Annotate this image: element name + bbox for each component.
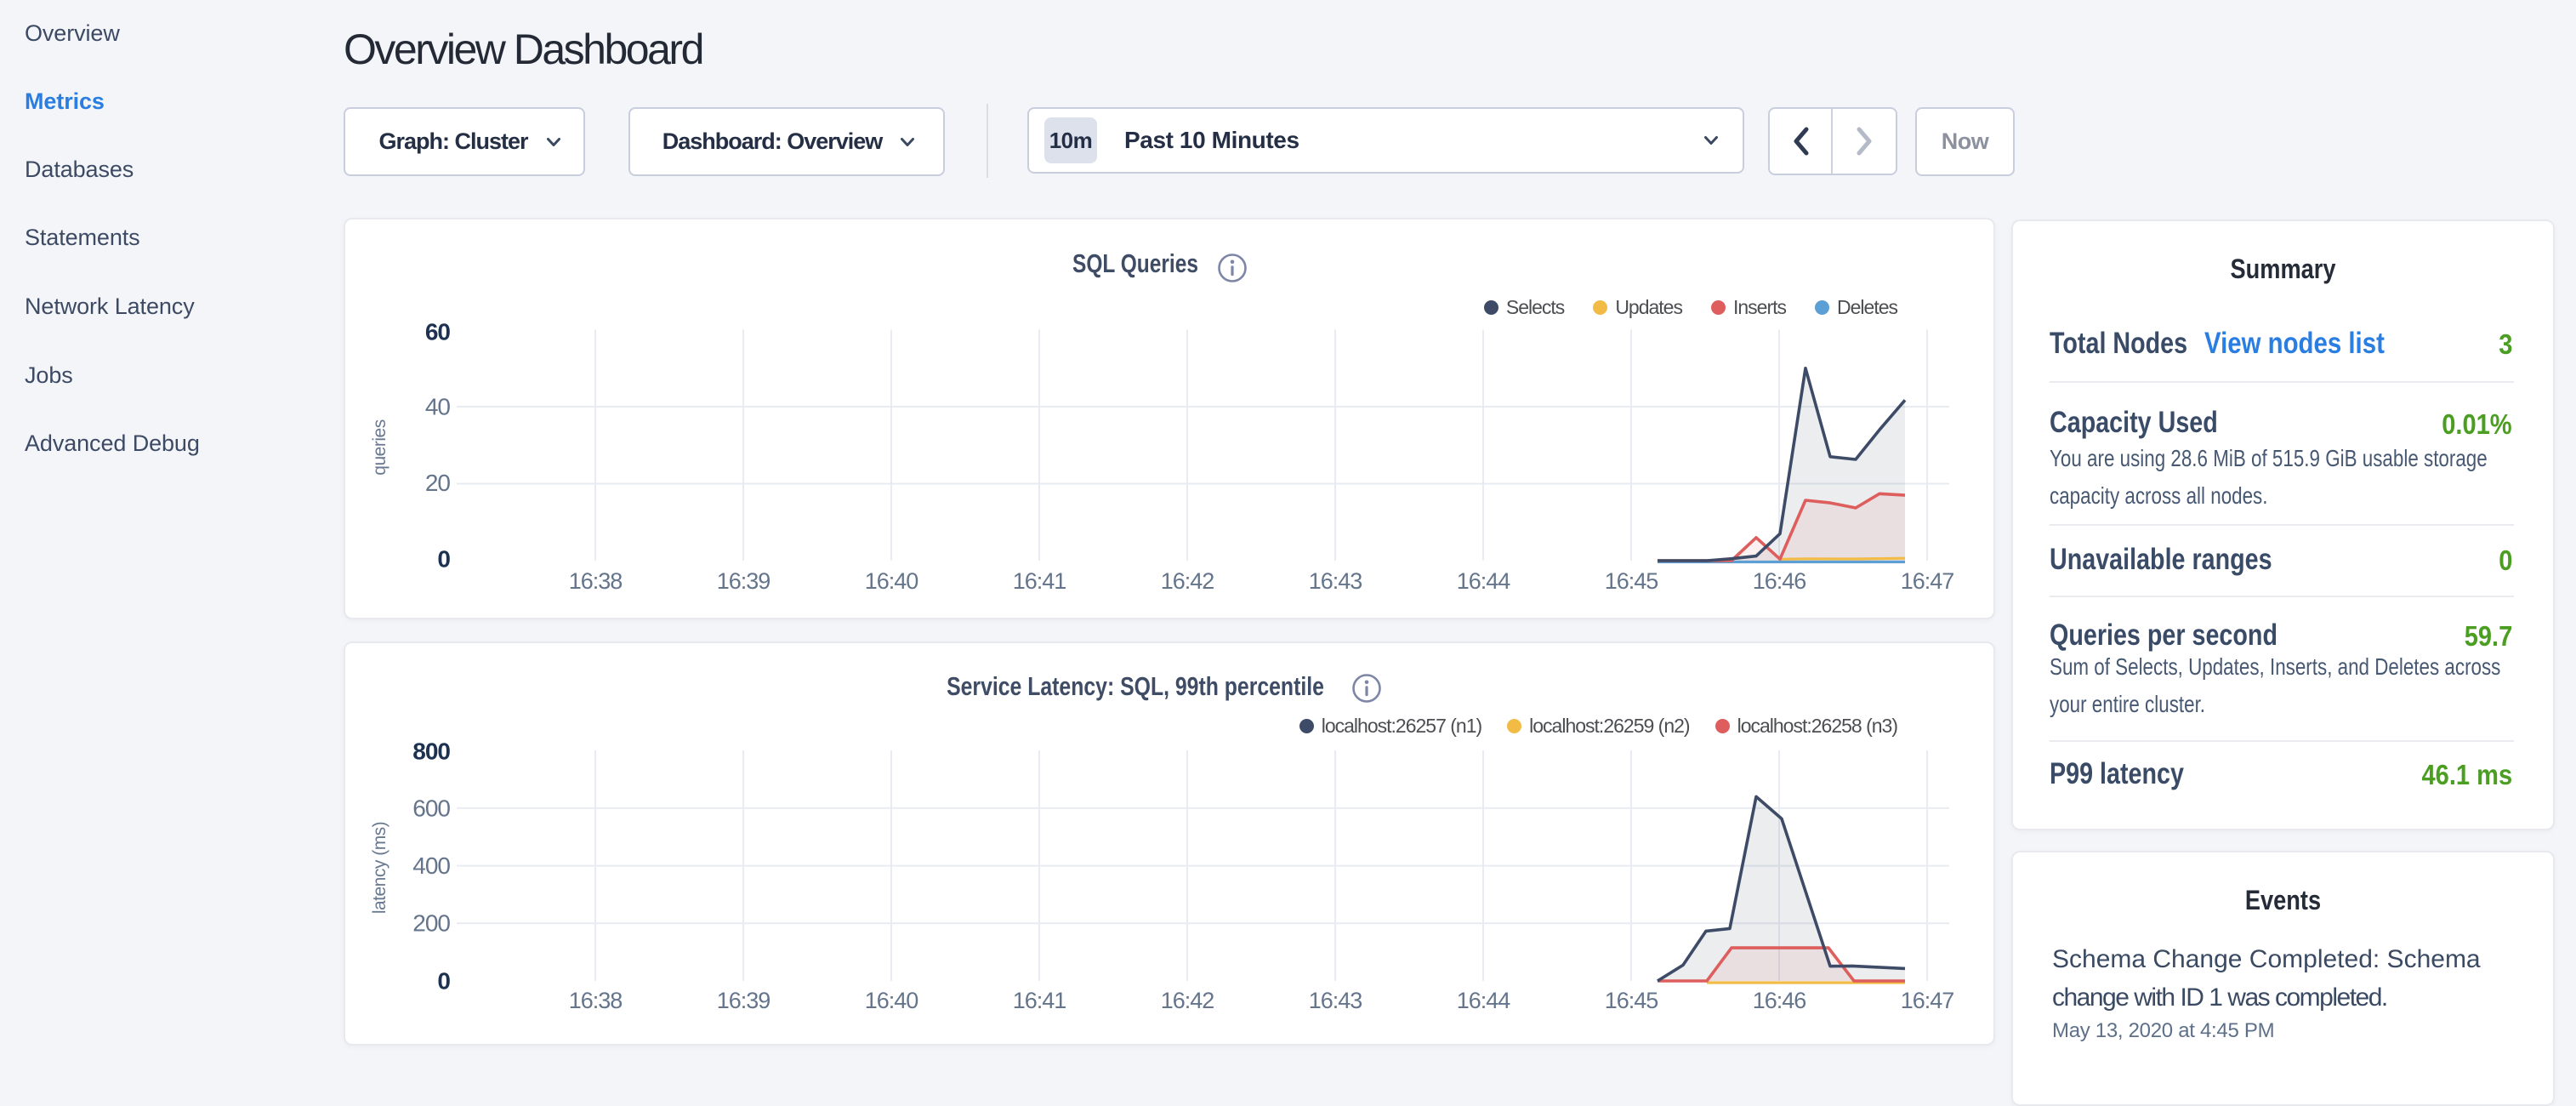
svg-text:200: 200 [412, 909, 450, 936]
svg-text:16:38: 16:38 [569, 988, 623, 1013]
svg-text:0: 0 [437, 967, 450, 994]
svg-text:16:44: 16:44 [1457, 568, 1511, 594]
svg-text:16:40: 16:40 [865, 568, 918, 594]
svg-text:16:47: 16:47 [1901, 568, 1954, 594]
svg-text:16:41: 16:41 [1013, 568, 1066, 594]
svg-text:16:42: 16:42 [1161, 568, 1214, 594]
svg-text:latency (ms): latency (ms) [370, 822, 390, 914]
svg-text:16:41: 16:41 [1013, 988, 1066, 1013]
svg-text:16:39: 16:39 [717, 988, 771, 1013]
svg-text:16:43: 16:43 [1309, 988, 1362, 1013]
svg-text:16:45: 16:45 [1605, 568, 1658, 594]
svg-text:60: 60 [425, 319, 451, 345]
svg-text:16:44: 16:44 [1457, 988, 1511, 1013]
svg-text:16:42: 16:42 [1161, 988, 1214, 1013]
svg-text:16:38: 16:38 [569, 568, 623, 594]
svg-text:800: 800 [412, 738, 450, 764]
svg-text:0: 0 [437, 546, 450, 573]
svg-text:16:45: 16:45 [1605, 988, 1658, 1013]
svg-text:16:47: 16:47 [1901, 988, 1954, 1013]
svg-text:16:39: 16:39 [717, 568, 771, 594]
svg-text:400: 400 [412, 852, 450, 879]
svg-text:40: 40 [425, 394, 451, 420]
svg-text:16:43: 16:43 [1309, 568, 1362, 594]
svg-text:queries: queries [370, 419, 390, 475]
svg-text:16:46: 16:46 [1753, 568, 1806, 594]
svg-text:16:46: 16:46 [1753, 988, 1806, 1013]
svg-text:600: 600 [412, 795, 450, 821]
svg-text:20: 20 [425, 470, 451, 496]
svg-text:16:40: 16:40 [865, 988, 918, 1013]
